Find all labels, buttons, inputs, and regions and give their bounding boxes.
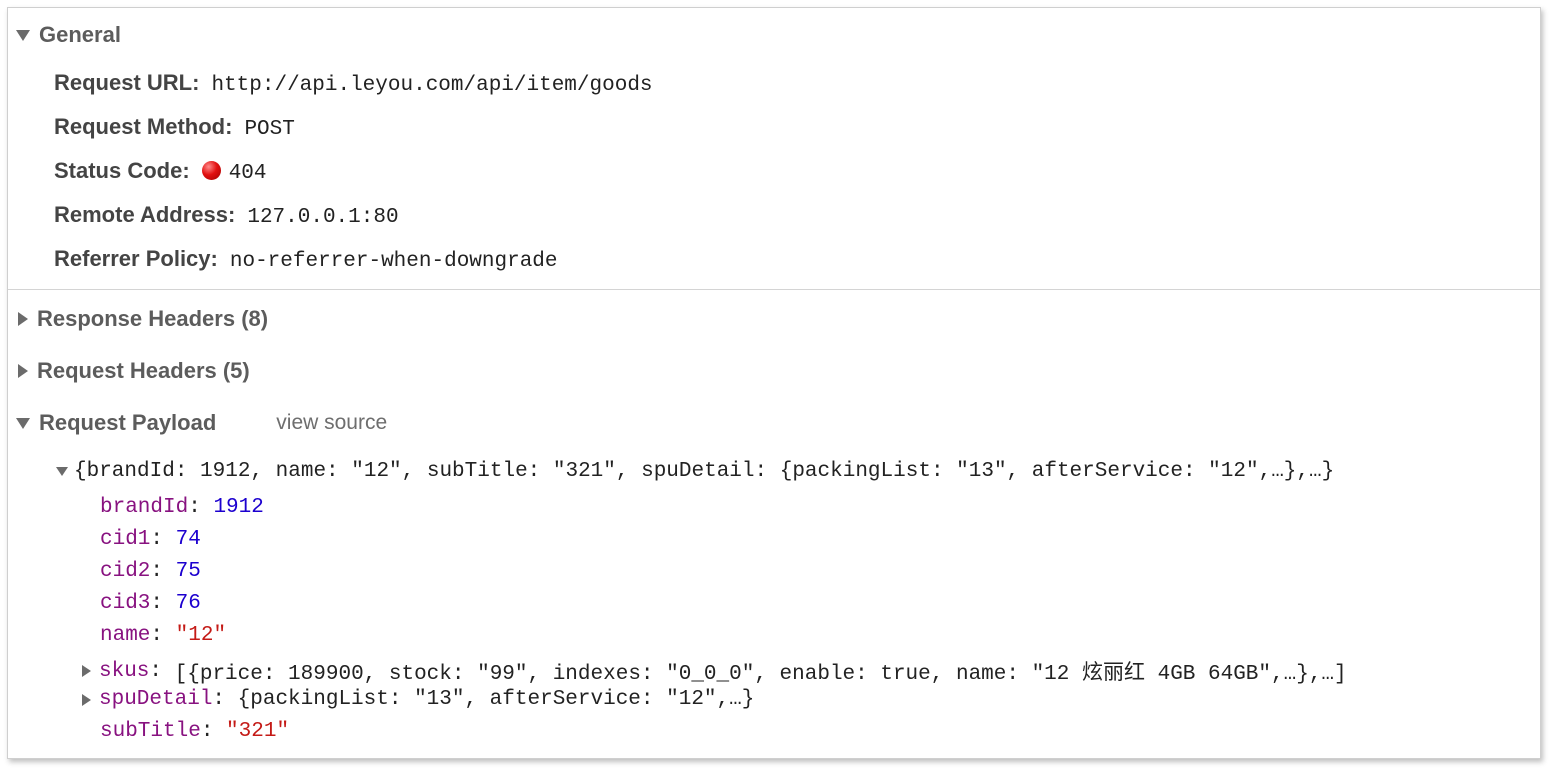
general-title: General [39, 22, 121, 47]
payload-value: 1912 [213, 496, 264, 519]
referrer-policy-value: no-referrer-when-downgrade [229, 250, 558, 273]
triangle-right-icon[interactable] [82, 665, 91, 677]
status-code-row: Status Code: 404 [54, 158, 267, 185]
payload-key: name [100, 624, 151, 647]
triangle-right-icon[interactable] [18, 312, 28, 326]
triangle-down-icon[interactable] [16, 29, 30, 41]
payload-field-brandId: brandId: 1912 [100, 496, 264, 519]
payload-key: brandId [100, 496, 189, 519]
colon: : [188, 496, 214, 519]
payload-field-cid3: cid3: 76 [100, 592, 201, 615]
payload-key: skus [99, 659, 150, 683]
payload-key: cid2 [100, 560, 151, 583]
colon: : [150, 592, 176, 615]
payload-field-subTitle: subTitle: "321" [100, 720, 289, 743]
request-url-row: Request URL: http://api.leyou.com/api/it… [54, 70, 653, 97]
payload-field-name: name: "12" [100, 624, 226, 647]
payload-summary: {brandId: 1912, name: "12", subTitle: "3… [74, 460, 1335, 483]
request-url-label: Request URL: [54, 70, 200, 95]
payload-value: "321" [226, 720, 290, 743]
section-divider [8, 289, 1540, 290]
devtools-headers-panel: General Request URL: http://api.leyou.co… [7, 7, 1541, 759]
payload-value: 74 [175, 528, 201, 551]
payload-value: 75 [175, 560, 201, 583]
triangle-down-icon[interactable] [56, 467, 68, 476]
payload-value: "12" [175, 624, 227, 647]
red-dot-icon [201, 161, 221, 180]
triangle-right-icon[interactable] [82, 693, 91, 706]
colon: : [150, 560, 176, 583]
request-payload-title: Request Payload [39, 410, 217, 435]
request-method-value: POST [244, 118, 295, 141]
remote-address-label: Remote Address: [54, 202, 236, 227]
colon: : [200, 720, 227, 743]
payload-value: 76 [175, 592, 201, 615]
colon: : [150, 528, 176, 551]
payload-key: cid3 [100, 592, 151, 615]
payload-field-cid2: cid2: 75 [100, 560, 201, 583]
payload-key: spuDetail [99, 688, 213, 711]
remote-address-value: 127.0.0.1:80 [247, 206, 399, 229]
payload-field-cid1: cid1: 74 [100, 528, 201, 551]
status-code-label: Status Code: [54, 158, 190, 183]
response-headers-section-header[interactable]: Response Headers (8) [16, 306, 268, 332]
request-headers-title: Request Headers (5) [37, 358, 250, 383]
status-code-value: 404 [228, 162, 267, 185]
request-method-label: Request Method: [54, 114, 233, 139]
request-payload-section-header[interactable]: Request Payload view source [16, 410, 387, 436]
payload-value: {packingList: "13", afterService: "12",…… [237, 688, 755, 711]
request-method-row: Request Method: POST [54, 114, 295, 141]
payload-root-node[interactable]: {brandId: 1912, name: "12", subTitle: "3… [56, 460, 1334, 483]
request-headers-section-header[interactable]: Request Headers (5) [16, 358, 250, 384]
general-section-header[interactable]: General [16, 22, 121, 48]
response-headers-title: Response Headers (8) [37, 306, 269, 331]
triangle-down-icon[interactable] [16, 417, 30, 429]
view-source-link[interactable]: view source [276, 411, 387, 435]
payload-field-skus[interactable]: skus: [{price: 189900, stock: "99", inde… [82, 656, 1347, 686]
triangle-right-icon[interactable] [18, 364, 28, 378]
colon: : [212, 688, 238, 711]
payload-value: [{price: 189900, stock: "99", indexes: "… [174, 663, 1347, 686]
request-url-value: http://api.leyou.com/api/item/goods [211, 74, 653, 97]
payload-field-spuDetail[interactable]: spuDetail: {packingList: "13", afterServ… [82, 688, 754, 711]
colon: : [150, 624, 176, 647]
referrer-policy-label: Referrer Policy: [54, 246, 218, 271]
referrer-policy-row: Referrer Policy: no-referrer-when-downgr… [54, 246, 558, 273]
colon: : [149, 659, 175, 683]
remote-address-row: Remote Address: 127.0.0.1:80 [54, 202, 399, 229]
payload-key: cid1 [100, 528, 151, 551]
payload-key: subTitle [100, 720, 201, 743]
